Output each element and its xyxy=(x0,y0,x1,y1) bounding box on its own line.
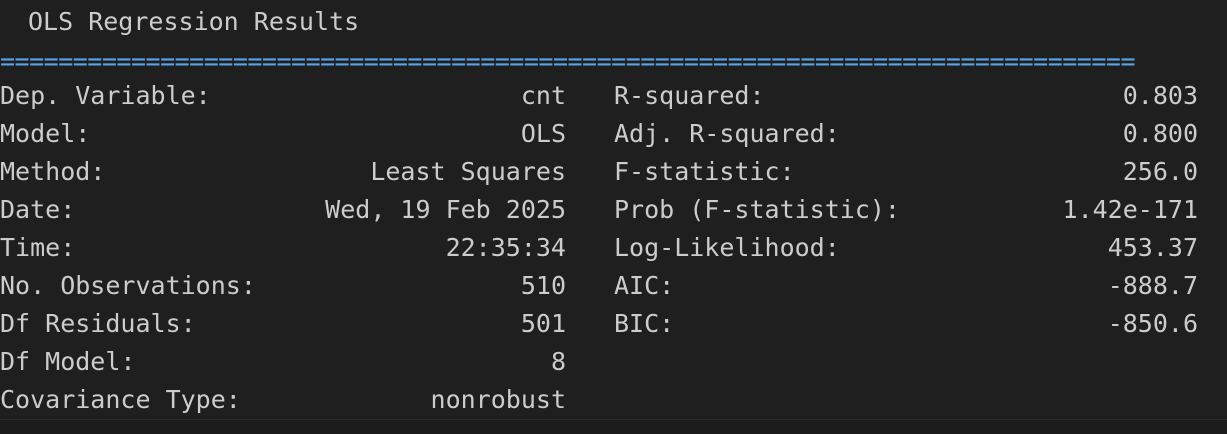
output-bottom-border xyxy=(0,419,1227,434)
stats-row-df-model: Df Model: 8 xyxy=(0,346,1227,384)
results-title: OLS Regression Results xyxy=(28,7,360,36)
f-statistic-value: 256.0 xyxy=(1122,157,1198,186)
method-value: Least Squares xyxy=(370,157,566,186)
df-model-label: Df Model: xyxy=(0,347,136,376)
aic-value: -888.7 xyxy=(1107,271,1198,300)
covariance-type-value: nonrobust xyxy=(430,385,566,414)
log-likelihood-value: 453.37 xyxy=(1107,233,1198,262)
stats-row-observations: No. Observations: 510 AIC: -888.7 xyxy=(0,270,1227,308)
date-label: Date: xyxy=(0,195,76,224)
time-label: Time: xyxy=(0,233,76,262)
covariance-type-label: Covariance Type: xyxy=(0,385,241,414)
adj-r-squared-label: Adj. R-squared: xyxy=(614,119,840,148)
adj-r-squared-value: 0.800 xyxy=(1122,119,1198,148)
stats-row-method: Method: Least Squares F-statistic: 256.0 xyxy=(0,156,1227,194)
stats-row-covariance-type: Covariance Type: nonrobust xyxy=(0,384,1227,422)
observations-value: 510 xyxy=(520,271,566,300)
df-residuals-label: Df Residuals: xyxy=(0,309,196,338)
stats-row-time: Time: 22:35:34 Log-Likelihood: 453.37 xyxy=(0,232,1227,270)
r-squared-value: 0.803 xyxy=(1122,81,1198,110)
separator-line: ========================================… xyxy=(0,47,1136,76)
stats-row-df-residuals: Df Residuals: 501 BIC: -850.6 xyxy=(0,308,1227,346)
df-residuals-value: 501 xyxy=(520,309,566,338)
dep-variable-label: Dep. Variable: xyxy=(0,81,211,110)
df-model-value: 8 xyxy=(550,347,566,376)
bic-value: -850.6 xyxy=(1107,309,1198,338)
bic-label: BIC: xyxy=(614,309,675,338)
stats-row-date: Date: Wed, 19 Feb 2025 Prob (F-statistic… xyxy=(0,194,1227,232)
prob-f-statistic-label: Prob (F-statistic): xyxy=(614,195,900,224)
log-likelihood-label: Log-Likelihood: xyxy=(614,233,840,262)
f-statistic-label: F-statistic: xyxy=(614,157,795,186)
date-value: Wed, 19 Feb 2025 xyxy=(325,195,566,224)
aic-label: AIC: xyxy=(614,271,675,300)
stats-row-model: Model: OLS Adj. R-squared: 0.800 xyxy=(0,118,1227,156)
model-value: OLS xyxy=(520,119,566,148)
stats-row-dep-variable: Dep. Variable: cnt R-squared: 0.803 xyxy=(0,80,1227,118)
ols-results-output: OLS Regression Results =================… xyxy=(0,0,1227,434)
r-squared-label: R-squared: xyxy=(614,81,765,110)
time-value: 22:35:34 xyxy=(445,233,566,262)
observations-label: No. Observations: xyxy=(0,271,256,300)
method-label: Method: xyxy=(0,157,106,186)
model-label: Model: xyxy=(0,119,91,148)
dep-variable-value: cnt xyxy=(520,81,566,110)
prob-f-statistic-value: 1.42e-171 xyxy=(1062,195,1198,224)
